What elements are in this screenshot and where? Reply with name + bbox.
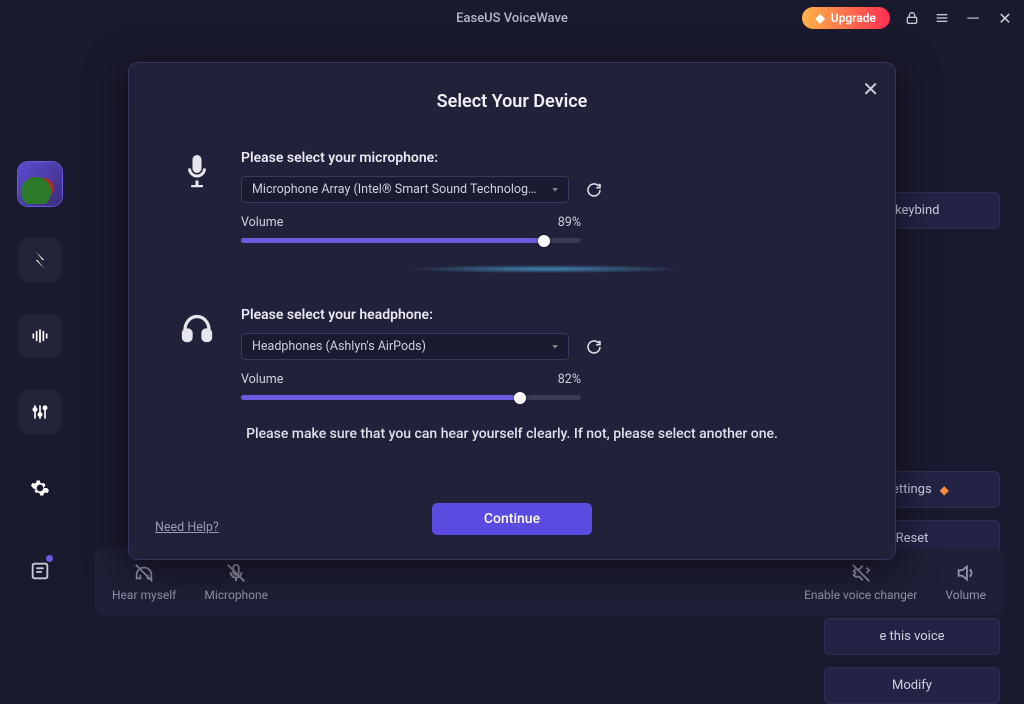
- christmas-tree-icon: [20, 164, 60, 204]
- device-select-modal: ✕ Select Your Device Please select your …: [128, 62, 896, 560]
- need-help-link[interactable]: Need Help?: [155, 520, 219, 535]
- modify-button[interactable]: Modify: [824, 667, 1000, 704]
- mic-volume-slider[interactable]: [241, 238, 581, 243]
- minimize-button[interactable]: ─: [964, 9, 982, 27]
- diamond-icon: ◆: [816, 11, 825, 25]
- headphone-label: Please select your headphone:: [241, 307, 851, 323]
- modal-hint: Please make sure that you can hear yours…: [173, 426, 851, 442]
- microphone-select[interactable]: Microphone Array (Intel® Smart Sound Tec…: [241, 176, 569, 203]
- upgrade-label: Upgrade: [831, 11, 876, 25]
- slider-thumb[interactable]: [514, 392, 526, 404]
- sidebar-item-soundboard[interactable]: [18, 314, 62, 358]
- headphone-icon: [173, 307, 221, 345]
- refresh-microphone-button[interactable]: [583, 179, 605, 201]
- mic-volume-label: Volume: [241, 215, 283, 230]
- slider-thumb[interactable]: [538, 235, 550, 247]
- microphone-icon: [173, 150, 221, 188]
- lock-icon[interactable]: [904, 10, 920, 26]
- microphone-label: Please select your microphone:: [241, 150, 851, 166]
- mic-level-indicator: [241, 257, 851, 281]
- microphone-toggle[interactable]: Microphone: [204, 562, 268, 602]
- menu-icon[interactable]: [934, 10, 950, 26]
- close-button[interactable]: ✕: [996, 9, 1014, 27]
- continue-button[interactable]: Continue: [432, 503, 592, 535]
- volume-control[interactable]: Volume: [945, 562, 986, 602]
- hp-volume-slider[interactable]: [241, 395, 581, 400]
- sidebar-item-guide[interactable]: [22, 553, 58, 589]
- app-title: EaseUS VoiceWave: [456, 11, 568, 26]
- this-voice-button[interactable]: e this voice: [824, 618, 1000, 655]
- sidebar: [0, 36, 80, 633]
- headphone-section: Please select your headphone: Headphones…: [173, 307, 851, 400]
- sidebar-item-settings[interactable]: [18, 466, 62, 510]
- hp-volume-label: Volume: [241, 372, 283, 387]
- sidebar-item-theme[interactable]: [18, 162, 62, 206]
- hear-myself-toggle[interactable]: Hear myself: [112, 562, 176, 602]
- titlebar: EaseUS VoiceWave ◆ Upgrade ─ ✕: [0, 0, 1024, 36]
- enable-voice-changer-toggle[interactable]: Enable voice changer: [804, 562, 917, 602]
- diamond-icon: ◆: [940, 483, 949, 497]
- headphone-select[interactable]: Headphones (Ashlyn's AirPods): [241, 333, 569, 360]
- sidebar-item-effects[interactable]: [18, 238, 62, 282]
- refresh-headphone-button[interactable]: [583, 336, 605, 358]
- sidebar-item-equalizer[interactable]: [18, 390, 62, 434]
- notification-dot-icon: [46, 555, 53, 562]
- microphone-section: Please select your microphone: Microphon…: [173, 150, 851, 281]
- modal-close-button[interactable]: ✕: [862, 77, 879, 101]
- modal-title: Select Your Device: [173, 91, 851, 112]
- hp-volume-value: 82%: [558, 372, 581, 387]
- mic-volume-value: 89%: [558, 215, 581, 230]
- upgrade-button[interactable]: ◆ Upgrade: [802, 7, 890, 29]
